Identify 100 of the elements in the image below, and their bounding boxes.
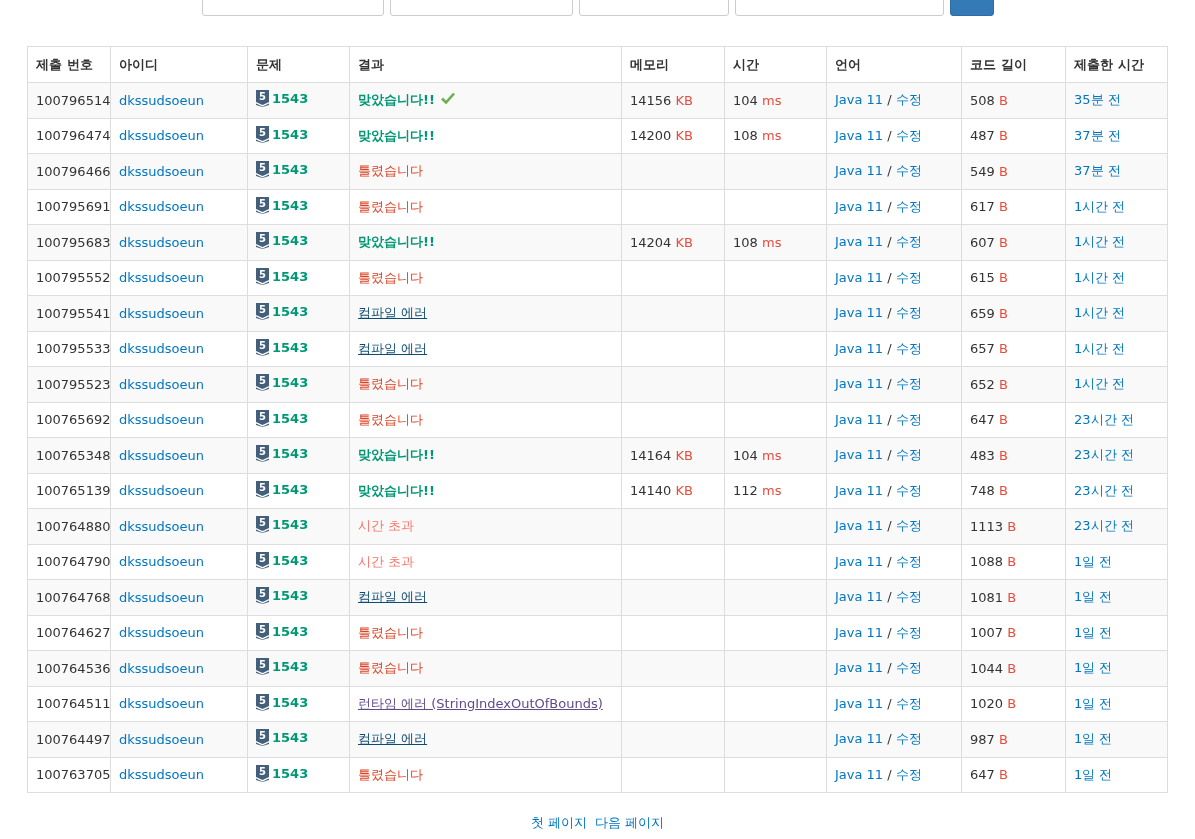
- submission-id: 100795533: [36, 341, 111, 357]
- edit-link[interactable]: 수정: [895, 553, 922, 569]
- language-link[interactable]: Java 11: [835, 269, 884, 285]
- submitted-time-link[interactable]: 1일 전: [1074, 624, 1113, 640]
- edit-link[interactable]: 수정: [895, 589, 922, 605]
- code-length: 483: [970, 447, 995, 463]
- edit-link[interactable]: 수정: [895, 234, 922, 250]
- separator: /: [887, 269, 892, 285]
- time-unit: ms: [761, 92, 782, 108]
- code-length: 647: [970, 767, 995, 783]
- column-header: 메모리: [621, 46, 725, 83]
- language-link[interactable]: Java 11: [835, 624, 884, 640]
- language-link[interactable]: Java 11: [835, 589, 884, 605]
- language-link[interactable]: Java 11: [835, 766, 884, 782]
- result-text: 틀렸습니다: [358, 660, 423, 676]
- code-length-unit: B: [998, 412, 1008, 428]
- language-link[interactable]: Java 11: [835, 305, 884, 321]
- submitted-time-link[interactable]: 1일 전: [1074, 766, 1113, 782]
- tier-badge-icon: 5: [256, 622, 269, 640]
- result-text: 틀렸습니다: [358, 376, 423, 392]
- result-text: 틀렸습니다: [358, 766, 423, 782]
- tier-badge-icon: 5: [256, 764, 269, 782]
- edit-link[interactable]: 수정: [895, 269, 922, 285]
- separator: /: [887, 624, 892, 640]
- pagination-link[interactable]: 다음 페이지: [595, 815, 664, 832]
- memory-value: 14140: [630, 483, 672, 499]
- language-link[interactable]: Java 11: [835, 411, 884, 427]
- submission-id: 100764768: [36, 589, 111, 605]
- language-link[interactable]: Java 11: [835, 92, 884, 108]
- code-length-unit: B: [998, 199, 1008, 215]
- submission-id: 100795523: [36, 376, 111, 392]
- submitted-time-link[interactable]: 1일 전: [1074, 589, 1113, 605]
- language-link[interactable]: Java 11: [835, 340, 884, 356]
- submitted-time-link[interactable]: 1일 전: [1074, 731, 1113, 747]
- tier-badge-icon: 5: [256, 587, 269, 605]
- edit-link[interactable]: 수정: [895, 482, 922, 498]
- language-link[interactable]: Java 11: [835, 127, 884, 143]
- code-length-unit: B: [998, 767, 1008, 783]
- code-length-unit: B: [998, 234, 1008, 250]
- language-link[interactable]: Java 11: [835, 660, 884, 676]
- tier-badge-icon: 5: [256, 480, 269, 498]
- submitted-time-link[interactable]: 1일 전: [1074, 660, 1113, 676]
- time-unit: ms: [761, 128, 782, 144]
- result-text: 맞았습니다!!: [358, 92, 435, 108]
- separator: /: [887, 411, 892, 427]
- edit-link[interactable]: 수정: [895, 92, 922, 108]
- edit-link[interactable]: 수정: [895, 163, 922, 179]
- edit-link[interactable]: 수정: [895, 447, 922, 463]
- language-link[interactable]: Java 11: [835, 553, 884, 569]
- edit-link[interactable]: 수정: [895, 411, 922, 427]
- result-text: 맞았습니다!!: [358, 447, 435, 463]
- result-text: 틀렸습니다: [358, 163, 423, 179]
- language-link[interactable]: Java 11: [835, 447, 884, 463]
- memory-unit: KB: [675, 447, 693, 463]
- language-link[interactable]: Java 11: [835, 482, 884, 498]
- language-link[interactable]: Java 11: [835, 163, 884, 179]
- code-length: 1007: [970, 625, 1004, 641]
- separator: /: [887, 234, 892, 250]
- edit-link[interactable]: 수정: [895, 624, 922, 640]
- edit-link[interactable]: 수정: [895, 695, 922, 711]
- code-length-unit: B: [1007, 625, 1017, 641]
- memory-unit: KB: [675, 128, 693, 144]
- edit-link[interactable]: 수정: [895, 376, 922, 392]
- language-link[interactable]: Java 11: [835, 518, 884, 534]
- submission-id: 100764790: [36, 554, 111, 570]
- edit-link[interactable]: 수정: [895, 198, 922, 214]
- tier-badge-icon: 5: [256, 232, 269, 250]
- tier-badge-icon: 5: [256, 90, 269, 108]
- edit-link[interactable]: 수정: [895, 305, 922, 321]
- separator: /: [887, 127, 892, 143]
- code-length: 487: [970, 128, 995, 144]
- submission-id: 100764627: [36, 625, 111, 641]
- submission-id: 100795683: [36, 234, 111, 250]
- separator: /: [887, 553, 892, 569]
- result-link[interactable]: 컴파일 에러: [358, 305, 428, 321]
- result-link[interactable]: 컴파일 에러: [358, 589, 428, 605]
- language-link[interactable]: Java 11: [835, 731, 884, 747]
- result-link[interactable]: 컴파일 에러: [358, 731, 428, 747]
- separator: /: [887, 163, 892, 179]
- submission-id: 100764511: [36, 696, 111, 712]
- column-header: 코드 길이: [961, 46, 1066, 83]
- edit-link[interactable]: 수정: [895, 518, 922, 534]
- submitted-time-link[interactable]: 1일 전: [1074, 695, 1113, 711]
- submission-id: 100764880: [36, 518, 111, 534]
- edit-link[interactable]: 수정: [895, 127, 922, 143]
- language-link[interactable]: Java 11: [835, 198, 884, 214]
- language-link[interactable]: Java 11: [835, 695, 884, 711]
- pagination-link[interactable]: 첫 페이지: [531, 815, 587, 832]
- edit-link[interactable]: 수정: [895, 766, 922, 782]
- edit-link[interactable]: 수정: [895, 340, 922, 356]
- language-link[interactable]: Java 11: [835, 376, 884, 392]
- time-value: 108: [733, 128, 758, 144]
- submitted-time-link[interactable]: 1일 전: [1074, 553, 1113, 569]
- result-link[interactable]: 컴파일 에러: [358, 340, 428, 356]
- language-link[interactable]: Java 11: [835, 234, 884, 250]
- edit-link[interactable]: 수정: [895, 731, 922, 747]
- code-length: 647: [970, 412, 995, 428]
- separator: /: [887, 518, 892, 534]
- edit-link[interactable]: 수정: [895, 660, 922, 676]
- tier-badge-icon: 5: [256, 161, 269, 179]
